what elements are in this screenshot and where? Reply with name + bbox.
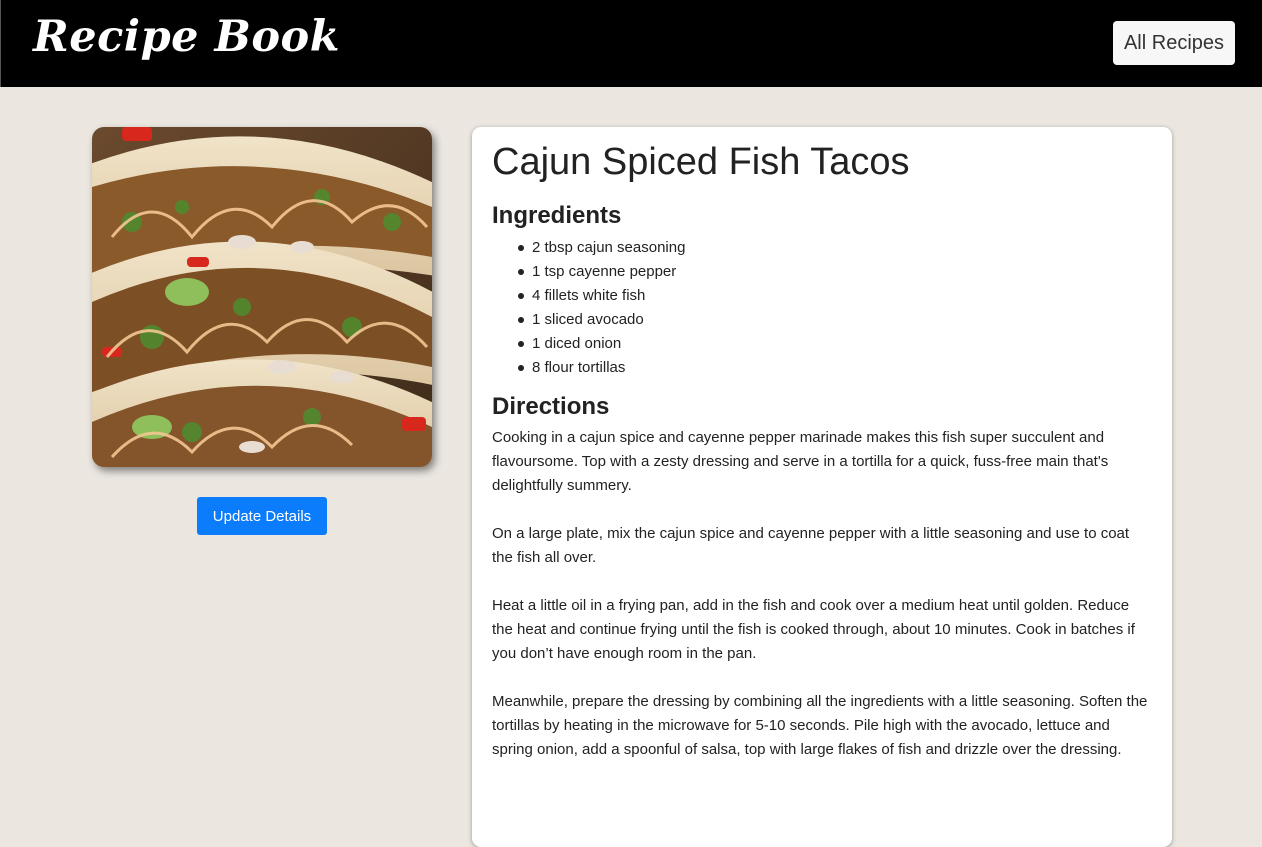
brand-logo[interactable]: Recipe Book [33, 12, 340, 62]
recipe-image [92, 127, 432, 467]
recipe-card: Cajun Spiced Fish Tacos Ingredients 2 tb… [472, 127, 1172, 847]
ingredient-item: 1 tsp cayenne pepper [518, 260, 1152, 284]
ingredients-heading: Ingredients [492, 202, 622, 229]
navbar: Recipe Book All Recipes [0, 0, 1262, 87]
directions-heading: Directions [492, 393, 610, 420]
ingredient-item: 1 diced onion [518, 332, 1152, 356]
ingredients-list: 2 tbsp cajun seasoning 1 tsp cayenne pep… [492, 236, 1152, 380]
direction-step: On a large plate, mix the cajun spice an… [492, 525, 1130, 566]
ingredient-item: 4 fillets white fish [518, 284, 1152, 308]
ingredient-item: 8 flour tortillas [518, 356, 1152, 380]
fish-tacos-photo [92, 127, 432, 467]
direction-step: Heat a little oil in a frying pan, add i… [492, 597, 1135, 662]
all-recipes-button[interactable]: All Recipes [1113, 21, 1235, 65]
ingredient-item: 1 sliced avocado [518, 308, 1152, 332]
update-details-button[interactable]: Update Details [197, 497, 327, 535]
recipe-title: Cajun Spiced Fish Tacos [492, 141, 910, 183]
ingredient-item: 2 tbsp cajun seasoning [518, 236, 1152, 260]
direction-step: Cooking in a cajun spice and cayenne pep… [492, 429, 1109, 494]
direction-step: Meanwhile, prepare the dressing by combi… [492, 693, 1148, 758]
